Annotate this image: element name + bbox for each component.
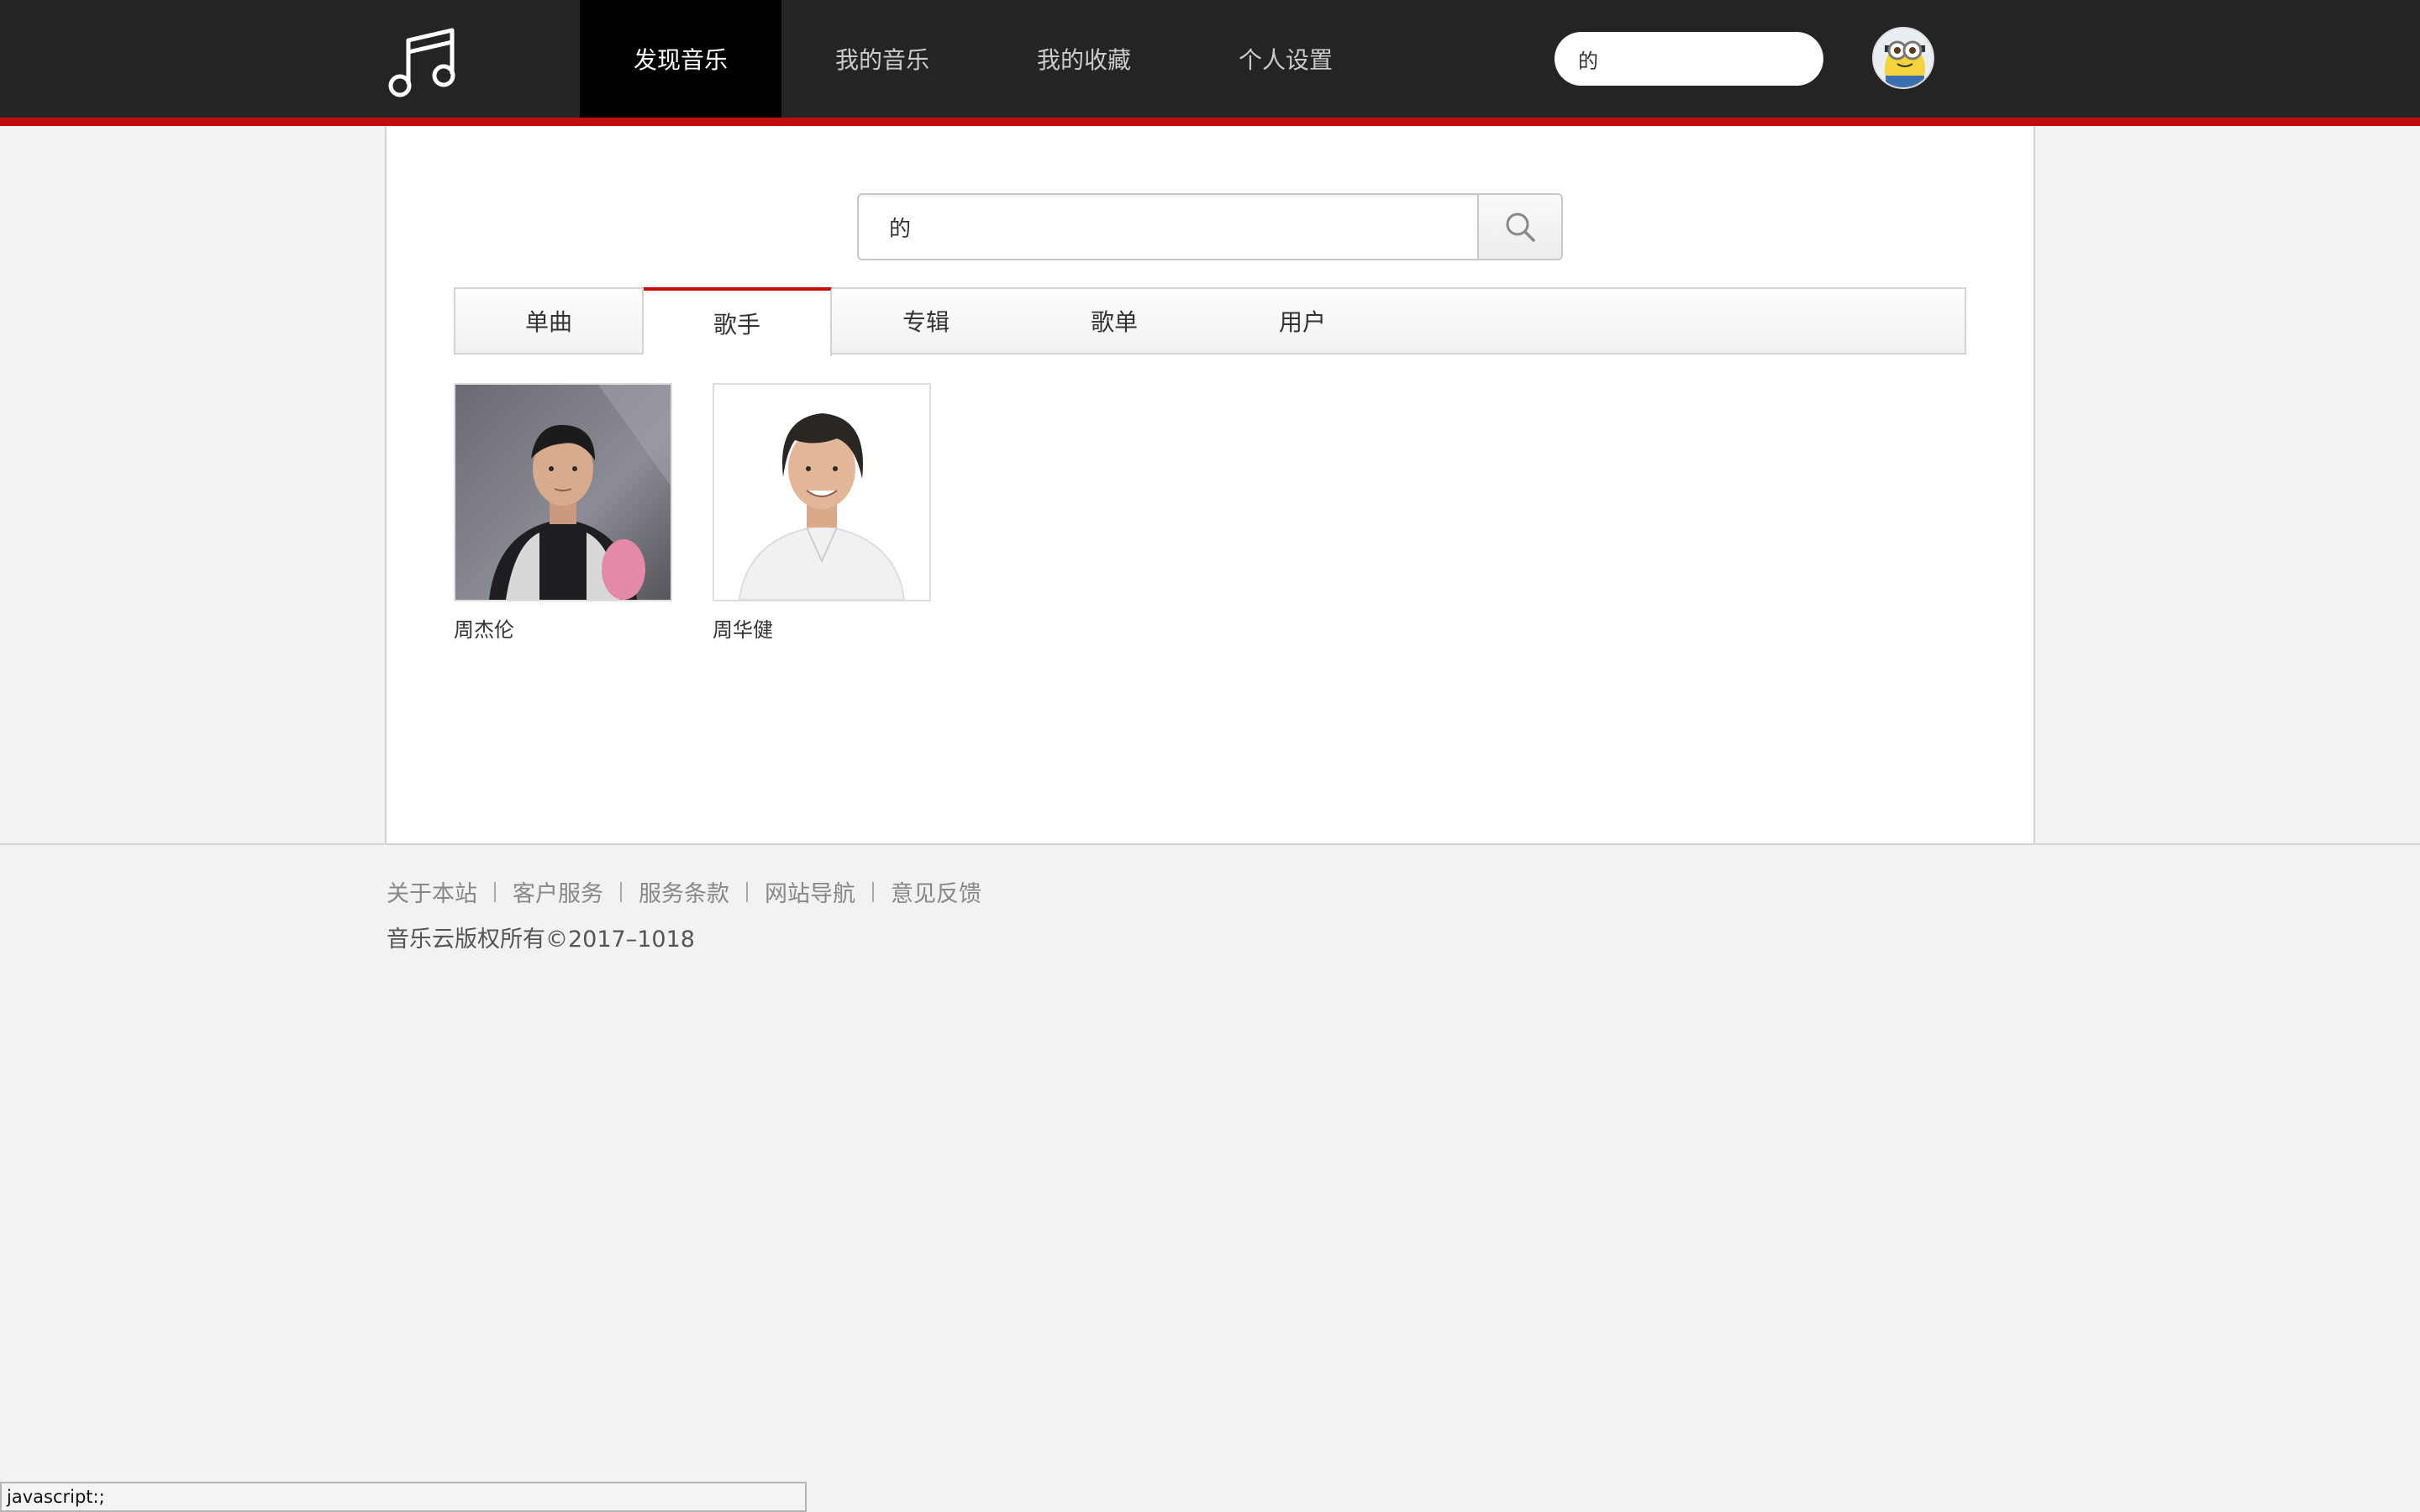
- footer-link-terms[interactable]: 服务条款: [639, 875, 729, 908]
- tab-users[interactable]: 用户: [1208, 287, 1397, 354]
- artist-card[interactable]: 周杰伦: [454, 383, 672, 643]
- tab-playlists[interactable]: 歌单: [1020, 287, 1208, 354]
- music-note-icon[interactable]: [383, 22, 459, 97]
- minion-avatar-icon[interactable]: [1872, 27, 1934, 89]
- artist-photo[interactable]: [454, 383, 672, 601]
- artist-card[interactable]: 周华健: [713, 383, 931, 643]
- nav-accent-line: [0, 118, 2420, 126]
- top-nav-bar: 发现音乐 我的音乐 我的收藏 个人设置: [0, 0, 2420, 118]
- browser-status-bar: javascript:;: [0, 1482, 807, 1512]
- top-search-box: [1555, 32, 1823, 86]
- footer-separator: [620, 881, 622, 902]
- search-input[interactable]: [859, 195, 1477, 259]
- footer-link-customer-service[interactable]: 客户服务: [513, 875, 603, 908]
- nav-my-favorites[interactable]: 我的收藏: [983, 0, 1185, 118]
- footer-separator: [872, 881, 874, 902]
- nav-discover-music[interactable]: 发现音乐: [580, 0, 781, 118]
- footer-separator: [494, 881, 496, 902]
- search-button[interactable]: [1477, 195, 1561, 259]
- nav-personal-settings[interactable]: 个人设置: [1185, 0, 1386, 118]
- tab-artists[interactable]: 歌手: [644, 287, 832, 356]
- footer-link-about[interactable]: 关于本站: [387, 875, 477, 908]
- tab-albums[interactable]: 专辑: [832, 287, 1020, 354]
- artist-name[interactable]: 周华健: [713, 613, 931, 643]
- search-icon: [1506, 213, 1535, 242]
- footer-link-feedback[interactable]: 意见反馈: [891, 875, 981, 908]
- artist-name[interactable]: 周杰伦: [454, 613, 672, 643]
- artist-photo[interactable]: [713, 383, 931, 601]
- footer-link-site-nav[interactable]: 网站导航: [765, 875, 855, 908]
- footer-separator: [746, 881, 748, 902]
- footer-links: 关于本站 客户服务 服务条款 网站导航 意见反馈: [387, 875, 981, 908]
- search-bar: [857, 193, 1563, 260]
- tab-songs[interactable]: 单曲: [455, 287, 644, 354]
- copyright-text: 音乐云版权所有©2017–1018: [387, 927, 695, 953]
- nav-my-music[interactable]: 我的音乐: [781, 0, 983, 118]
- content-divider: [0, 843, 2420, 845]
- top-search-input[interactable]: [1576, 46, 1803, 71]
- search-type-tabs: 单曲 歌手 专辑 歌单 用户: [454, 287, 1966, 356]
